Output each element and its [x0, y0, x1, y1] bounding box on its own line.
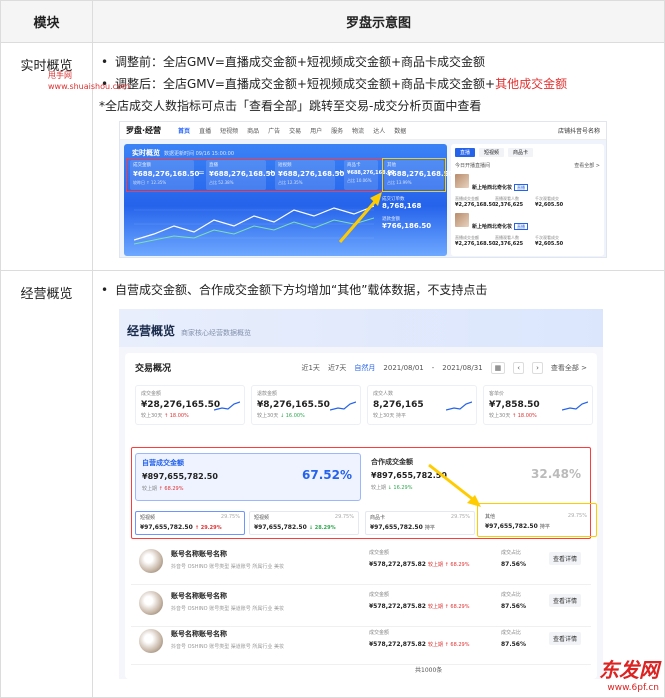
- nav-item[interactable]: 首页: [178, 126, 190, 135]
- range-1d[interactable]: 近1天: [301, 363, 319, 373]
- kpi-aov: 客单价 ¥7,858.50 较上30天 ↑ 18.00%: [483, 385, 593, 425]
- realtime-panel: 实时概览 数据更新时间 09/16 15:00:00 成交金额 ¥688,276,1…: [124, 144, 453, 256]
- note-text: *全店成交人数指标可点击「查看全部」跳转至交易-成交分析页面中查看: [99, 99, 482, 113]
- tab-video[interactable]: 短视频: [479, 148, 505, 157]
- tab-live[interactable]: 直播: [455, 148, 476, 157]
- tab-product[interactable]: 商品卡: [508, 148, 534, 157]
- arrow-icon: [428, 463, 481, 507]
- nav-item[interactable]: 达人: [373, 126, 385, 135]
- business-banner: 经营概览 商家核心经营数据概览: [119, 309, 603, 347]
- business-screenshot: 经营概览 商家核心经营数据概览 交易概况 近1天 近7天 自然月 2021/08/…: [119, 309, 603, 679]
- avatar: [139, 591, 163, 615]
- nav-item[interactable]: 交易: [289, 126, 301, 135]
- module-business: 经营概览: [0, 270, 93, 698]
- section-title: 交易概况: [135, 364, 172, 374]
- view-all-link[interactable]: 查看全部 >: [574, 162, 600, 169]
- nav-item[interactable]: 商品: [247, 126, 259, 135]
- live-ranking-panel: 直播 短视频 商品卡 今日开播直播间 查看全部 > 新上哈西北奇化妆 直播 直播成交…: [451, 144, 604, 256]
- avatar: [139, 549, 163, 573]
- sparkline-icon: [214, 401, 240, 411]
- view-all-link[interactable]: 查看全部 >: [551, 363, 587, 373]
- top-nav: 罗盘·经营 首页 直播 短视频 商品 广告 交易 用户 服务 物流 达人 数据 …: [120, 122, 606, 140]
- sparkline-icon: [446, 401, 472, 411]
- ranking-tabs: 直播 短视频 商品卡: [455, 148, 600, 157]
- arrow-icon: [338, 192, 382, 243]
- realtime-screenshot: 罗盘·经营 首页 直播 短视频 商品 广告 交易 用户 服务 物流 达人 数据 …: [119, 121, 607, 258]
- nav-item[interactable]: 物流: [352, 126, 364, 135]
- sparkline-icon: [562, 401, 588, 411]
- total-count: 共1000条: [415, 667, 443, 674]
- avatar: [139, 629, 163, 653]
- col-header-diagram: 罗盘示意图: [92, 0, 665, 43]
- live-item[interactable]: 新上哈西北奇化妆 直播 直播成交金额 直播观看人数 千次观看成交 ¥2,276,168…: [455, 213, 600, 247]
- view-details-button[interactable]: 查看详情: [549, 594, 582, 607]
- nav-item[interactable]: 用户: [310, 126, 322, 135]
- user-name[interactable]: 店铺抖音号名称: [558, 126, 600, 135]
- kpi-refund: 退款金额 ¥8,276,165.50 较上30天 ↓ 16.00%: [251, 385, 361, 425]
- nav-item[interactable]: 广告: [268, 126, 280, 135]
- realtime-header: 实时概览 数据更新时间 09/16 15:00:00: [132, 149, 235, 157]
- col-header-module: 模块: [0, 0, 93, 43]
- product-thumbnail: [455, 174, 469, 188]
- view-details-button[interactable]: 查看详情: [549, 552, 582, 565]
- product-thumbnail: [455, 213, 469, 227]
- bullet-after: 调整后：全店GMV=直播成交金额+短视频成交金额+商品卡成交金额+其他成交金额: [99, 73, 658, 95]
- compass-logo: 罗盘·经营: [126, 126, 162, 135]
- nav-item[interactable]: 短视频: [220, 126, 238, 135]
- range-month[interactable]: 自然月: [354, 363, 375, 373]
- live-item[interactable]: 新上哈西北奇化妆 直播 直播成交金额 直播观看人数 千次观看成交 ¥2,276,168…: [455, 174, 600, 208]
- sparkline-icon: [330, 401, 356, 411]
- bullet-business: 自营成交金额、合作成交金额下方均增加“其他”载体数据，不支持点击: [99, 279, 658, 301]
- account-row: 账号名称账号名称 抖音号 OSHINO 账号类型 渠道账号 所属行业 美妆 成交金…: [131, 543, 591, 585]
- nav-item[interactable]: 服务: [331, 126, 343, 135]
- trade-overview-card: 交易概况 近1天 近7天 自然月 2021/08/01 - 2021/08/31…: [125, 353, 597, 679]
- other-amount-highlight: 其他成交金额: [495, 77, 568, 91]
- date-to[interactable]: 2021/08/31: [442, 364, 482, 372]
- realtime-kpis: 成交订单数 8,768,168 退款金额 ¥766,186.50: [382, 197, 432, 230]
- bullet-before: 调整前：全店GMV=直播成交金额+短视频成交金额+商品卡成交金额: [99, 51, 658, 73]
- kpi-buyers: 成交人数 8,276,165 较上30天 持平: [367, 385, 477, 425]
- ranking-title: 今日开播直播间: [455, 163, 491, 169]
- kpi-gmv: 成交金额 ¥28,276,165.50 较上30天 ↑ 18.00%: [135, 385, 245, 425]
- next-arrow-icon[interactable]: ›: [532, 361, 543, 374]
- view-details-button[interactable]: 查看详情: [549, 632, 582, 645]
- date-from[interactable]: 2021/08/01: [383, 364, 423, 372]
- range-7d[interactable]: 近7天: [328, 363, 346, 373]
- highlight-box-yellow: [382, 158, 446, 192]
- watermark-6pf: 东发网 www.6pf.cn: [599, 658, 659, 693]
- account-row: 账号名称账号名称 抖音号 OSHINO 账号类型 渠道账号 所属行业 美妆 成交金…: [131, 623, 591, 665]
- nav-item[interactable]: 直播: [199, 126, 211, 135]
- prev-arrow-icon[interactable]: ‹: [513, 361, 525, 374]
- nav-item[interactable]: 数据: [394, 126, 406, 135]
- calendar-icon[interactable]: ▦: [490, 361, 506, 374]
- account-row: 账号名称账号名称 抖音号 OSHINO 账号类型 渠道账号 所属行业 美妆 成交金…: [131, 585, 591, 627]
- watermark-shuaishou: 甩手网 www.shuaishou.com: [48, 71, 130, 91]
- highlight-box-yellow: [477, 503, 597, 537]
